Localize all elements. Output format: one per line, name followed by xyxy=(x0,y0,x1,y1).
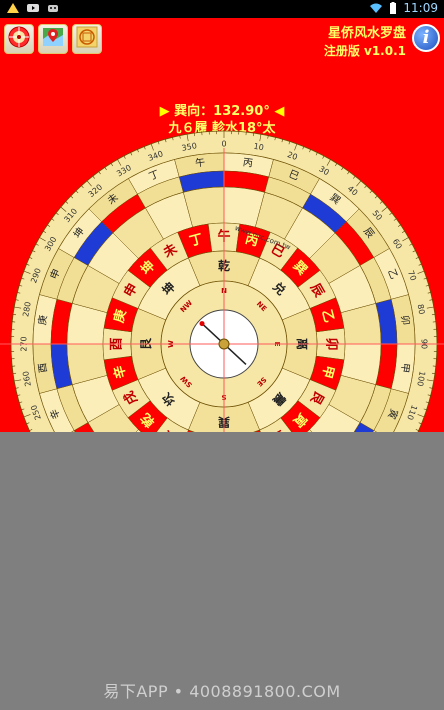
warning-icon xyxy=(6,2,20,14)
needle-south-tip xyxy=(199,321,205,327)
youtube-icon xyxy=(26,2,40,14)
compass-screen: 星侨风水罗盘 注册版 v1.0.1 i ▶ 巽向：132.90° ◀ 九６履 軫… xyxy=(0,18,444,432)
needle-pivot xyxy=(218,338,230,350)
watermark: 易下APP • 4008891800.COM xyxy=(103,682,341,701)
mountain-outer-label: 庚 xyxy=(35,314,49,326)
battery-icon xyxy=(389,2,397,14)
android-icon xyxy=(46,2,60,14)
degree-label: 10 xyxy=(253,142,265,153)
mountain-outer-label: 甲 xyxy=(398,362,410,373)
mountain-outer-label: 卯 xyxy=(398,314,411,325)
mountain-outer-label: 午 xyxy=(194,155,206,169)
status-bar: 11:09 xyxy=(0,0,444,18)
degree-label: 80 xyxy=(416,303,427,315)
mountain-outer-label: 酉 xyxy=(37,362,49,373)
wifi-icon xyxy=(369,2,383,14)
compass-dial[interactable]: 1902002102202302402502602702802903003103… xyxy=(0,18,444,432)
status-time: 11:09 xyxy=(403,1,438,15)
mountain-outer-label: 丙 xyxy=(242,157,253,169)
degree-label: 0 xyxy=(221,140,226,149)
